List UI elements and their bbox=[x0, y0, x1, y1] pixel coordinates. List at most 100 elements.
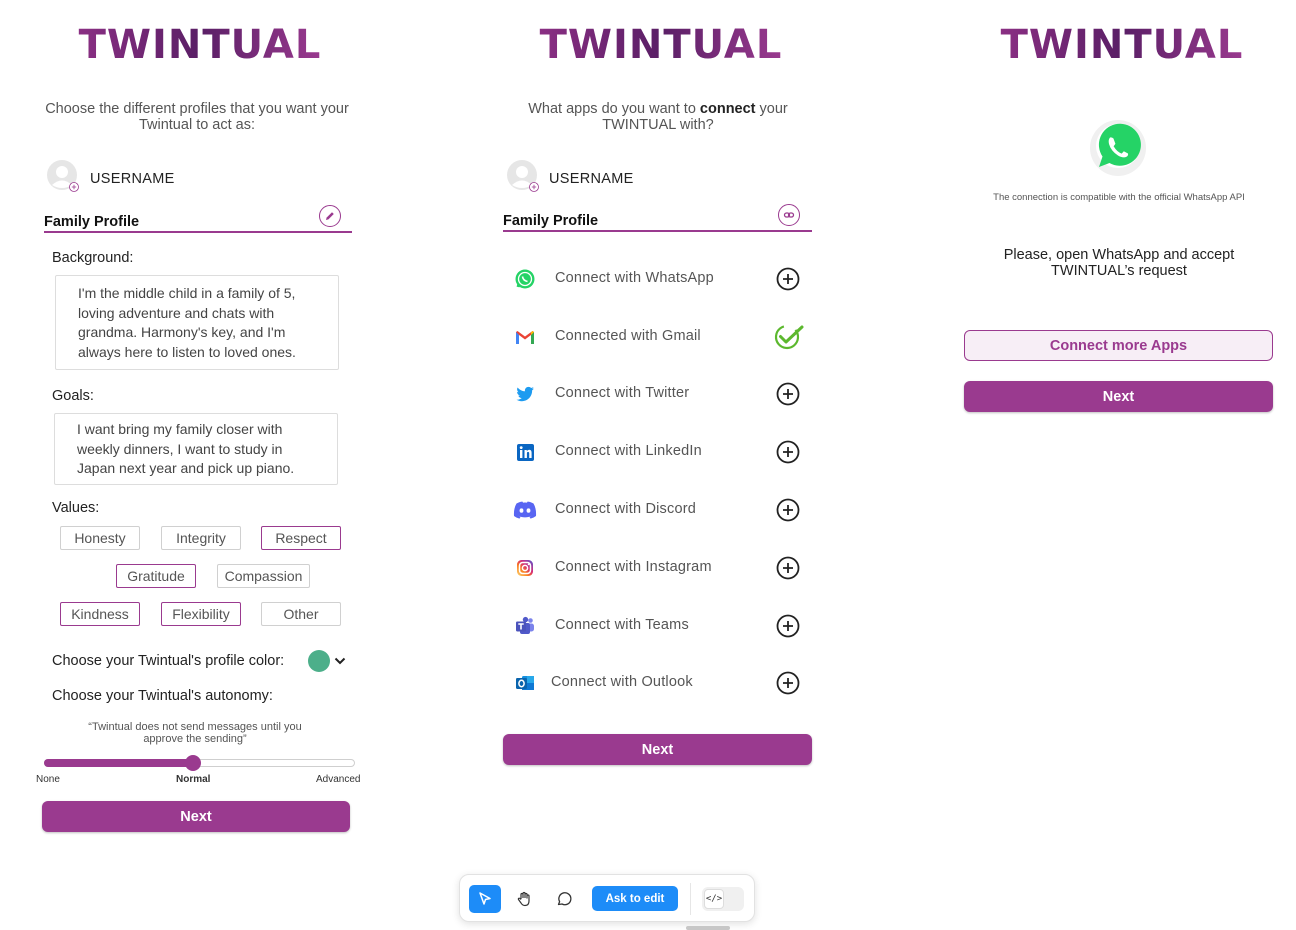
connect-prompt-pre: What apps do you want to bbox=[528, 101, 696, 117]
autonomy-quote: “Twintual does not send messages until y… bbox=[88, 721, 302, 745]
app-name: Connect with WhatsApp bbox=[555, 270, 714, 286]
background-textarea[interactable]: I'm the middle child in a family of 5, l… bbox=[55, 275, 339, 370]
add-circle-icon[interactable] bbox=[775, 555, 801, 581]
autonomy-level-advanced: Advanced bbox=[316, 774, 361, 785]
instruction-text: Please, open WhatsApp and accept TWINTUA… bbox=[1003, 247, 1235, 279]
profile-color-label: Choose your Twintual's profile color: bbox=[52, 653, 285, 669]
value-chip-integrity[interactable]: Integrity bbox=[161, 526, 241, 550]
comment-icon bbox=[557, 892, 572, 906]
add-circle-icon[interactable] bbox=[775, 497, 801, 523]
next-button[interactable]: Next bbox=[42, 801, 350, 832]
code-toggle[interactable]: </> bbox=[702, 887, 744, 911]
add-circle-icon[interactable] bbox=[775, 670, 801, 696]
app-name: Connected with Gmail bbox=[555, 328, 701, 344]
discord-icon bbox=[512, 499, 538, 521]
link-profile-button[interactable] bbox=[778, 204, 800, 226]
instagram-icon bbox=[514, 557, 536, 579]
avatar[interactable] bbox=[507, 160, 539, 192]
connect-more-apps-button[interactable]: Connect more Apps bbox=[964, 330, 1273, 361]
add-circle-icon[interactable] bbox=[775, 613, 801, 639]
goals-textarea[interactable]: I want bring my family closer with weekl… bbox=[54, 413, 338, 485]
autonomy-level-normal: Normal bbox=[176, 774, 211, 785]
goals-label: Goals: bbox=[52, 388, 94, 404]
whatsapp-logo-large bbox=[1088, 118, 1148, 178]
edit-profile-button[interactable] bbox=[319, 205, 341, 227]
svg-text:TWINTUAL: TWINTUAL bbox=[540, 22, 783, 66]
value-chip-compassion[interactable]: Compassion bbox=[217, 564, 310, 588]
ask-to-edit-button[interactable]: Ask to edit bbox=[592, 886, 678, 911]
app-row-instagram[interactable]: Connect with Instagram bbox=[510, 552, 810, 582]
app-row-twitter[interactable]: Connect with Twitter bbox=[510, 378, 810, 408]
autonomy-label: Choose your Twintual's autonomy: bbox=[52, 688, 273, 704]
app-name: Connect with LinkedIn bbox=[555, 443, 702, 459]
app-name: Connect with Instagram bbox=[555, 559, 712, 575]
connect-prompt-bold: connect bbox=[699, 101, 756, 117]
linkedin-icon bbox=[514, 441, 536, 463]
app-name: Connect with Outlook bbox=[551, 674, 693, 690]
profile-color-swatch[interactable] bbox=[308, 650, 330, 672]
code-icon: </> bbox=[704, 889, 724, 909]
value-chip-gratitude[interactable]: Gratitude bbox=[116, 564, 196, 588]
connected-check-icon bbox=[773, 321, 805, 351]
autonomy-slider-thumb[interactable] bbox=[185, 755, 202, 771]
profile-divider bbox=[44, 231, 352, 233]
app-name: Connect with Discord bbox=[555, 501, 696, 517]
value-chip-flexibility[interactable]: Flexibility bbox=[161, 602, 241, 626]
twintual-logo: TWINTUAL bbox=[533, 22, 789, 68]
autonomy-slider-fill bbox=[44, 759, 194, 767]
connect-prompt: What apps do you want to connect your TW… bbox=[505, 101, 811, 133]
add-circle-icon[interactable] bbox=[775, 266, 801, 292]
twintual-logo-mark: TWINTUAL bbox=[1001, 22, 1243, 68]
profile-title: Family Profile bbox=[503, 213, 599, 229]
teams-icon bbox=[514, 615, 536, 637]
canvas-toolbar: Ask to edit </> bbox=[459, 874, 755, 922]
link-icon bbox=[783, 212, 795, 218]
app-row-gmail[interactable]: Connected with Gmail bbox=[510, 321, 810, 351]
profile-title: Family Profile bbox=[44, 214, 140, 230]
chevron-down-icon[interactable] bbox=[334, 656, 346, 666]
twintual-logo-mark: TWINTUAL bbox=[540, 22, 783, 68]
app-row-whatsapp[interactable]: Connect with WhatsApp bbox=[510, 263, 810, 293]
user-avatar-icon bbox=[507, 160, 539, 192]
profile-divider bbox=[503, 230, 812, 232]
hand-tool-button[interactable] bbox=[508, 885, 540, 913]
value-chip-respect[interactable]: Respect bbox=[261, 526, 341, 550]
value-chip-honesty[interactable]: Honesty bbox=[60, 526, 140, 550]
twitter-icon bbox=[514, 383, 536, 405]
next-button[interactable]: Next bbox=[964, 381, 1273, 412]
svg-text:TWINTUAL: TWINTUAL bbox=[79, 22, 322, 66]
app-name: Connect with Teams bbox=[555, 617, 689, 633]
background-label: Background: bbox=[52, 250, 134, 266]
user-avatar-icon bbox=[47, 160, 79, 192]
username: USERNAME bbox=[90, 171, 175, 187]
twintual-logo-mark: TWINTUAL bbox=[79, 22, 322, 68]
app-row-discord[interactable]: Connect with Discord bbox=[510, 494, 810, 524]
value-chip-kindness[interactable]: Kindness bbox=[60, 602, 140, 626]
pencil-icon bbox=[326, 212, 334, 220]
hand-icon bbox=[517, 891, 530, 907]
gmail-icon bbox=[514, 326, 536, 348]
username: USERNAME bbox=[549, 171, 634, 187]
values-label: Values: bbox=[52, 500, 100, 516]
add-circle-icon[interactable] bbox=[775, 381, 801, 407]
app-row-teams[interactable]: Connect with Teams bbox=[510, 610, 810, 640]
pointer-tool-button[interactable] bbox=[469, 885, 501, 913]
app-name: Connect with Twitter bbox=[555, 385, 690, 401]
toolbar-divider bbox=[690, 883, 691, 915]
profiles-prompt: Choose the different profiles that you w… bbox=[45, 101, 349, 133]
whatsapp-icon bbox=[514, 268, 536, 290]
whatsapp-icon bbox=[1090, 120, 1146, 176]
autonomy-level-none: None bbox=[36, 774, 60, 785]
twintual-logo: TWINTUAL bbox=[994, 22, 1250, 68]
comment-tool-button[interactable] bbox=[548, 885, 580, 913]
value-chip-other[interactable]: Other bbox=[261, 602, 341, 626]
scroll-indicator[interactable] bbox=[686, 926, 730, 930]
app-row-outlook[interactable]: Connect with Outlook bbox=[510, 667, 810, 697]
next-button[interactable]: Next bbox=[503, 734, 812, 765]
pointer-icon bbox=[479, 892, 491, 905]
twintual-logo: TWINTUAL bbox=[72, 22, 328, 68]
compat-note: The connection is compatible with the of… bbox=[993, 192, 1245, 203]
add-circle-icon[interactable] bbox=[775, 439, 801, 465]
app-row-linkedin[interactable]: Connect with LinkedIn bbox=[510, 436, 810, 466]
avatar[interactable] bbox=[47, 160, 79, 192]
